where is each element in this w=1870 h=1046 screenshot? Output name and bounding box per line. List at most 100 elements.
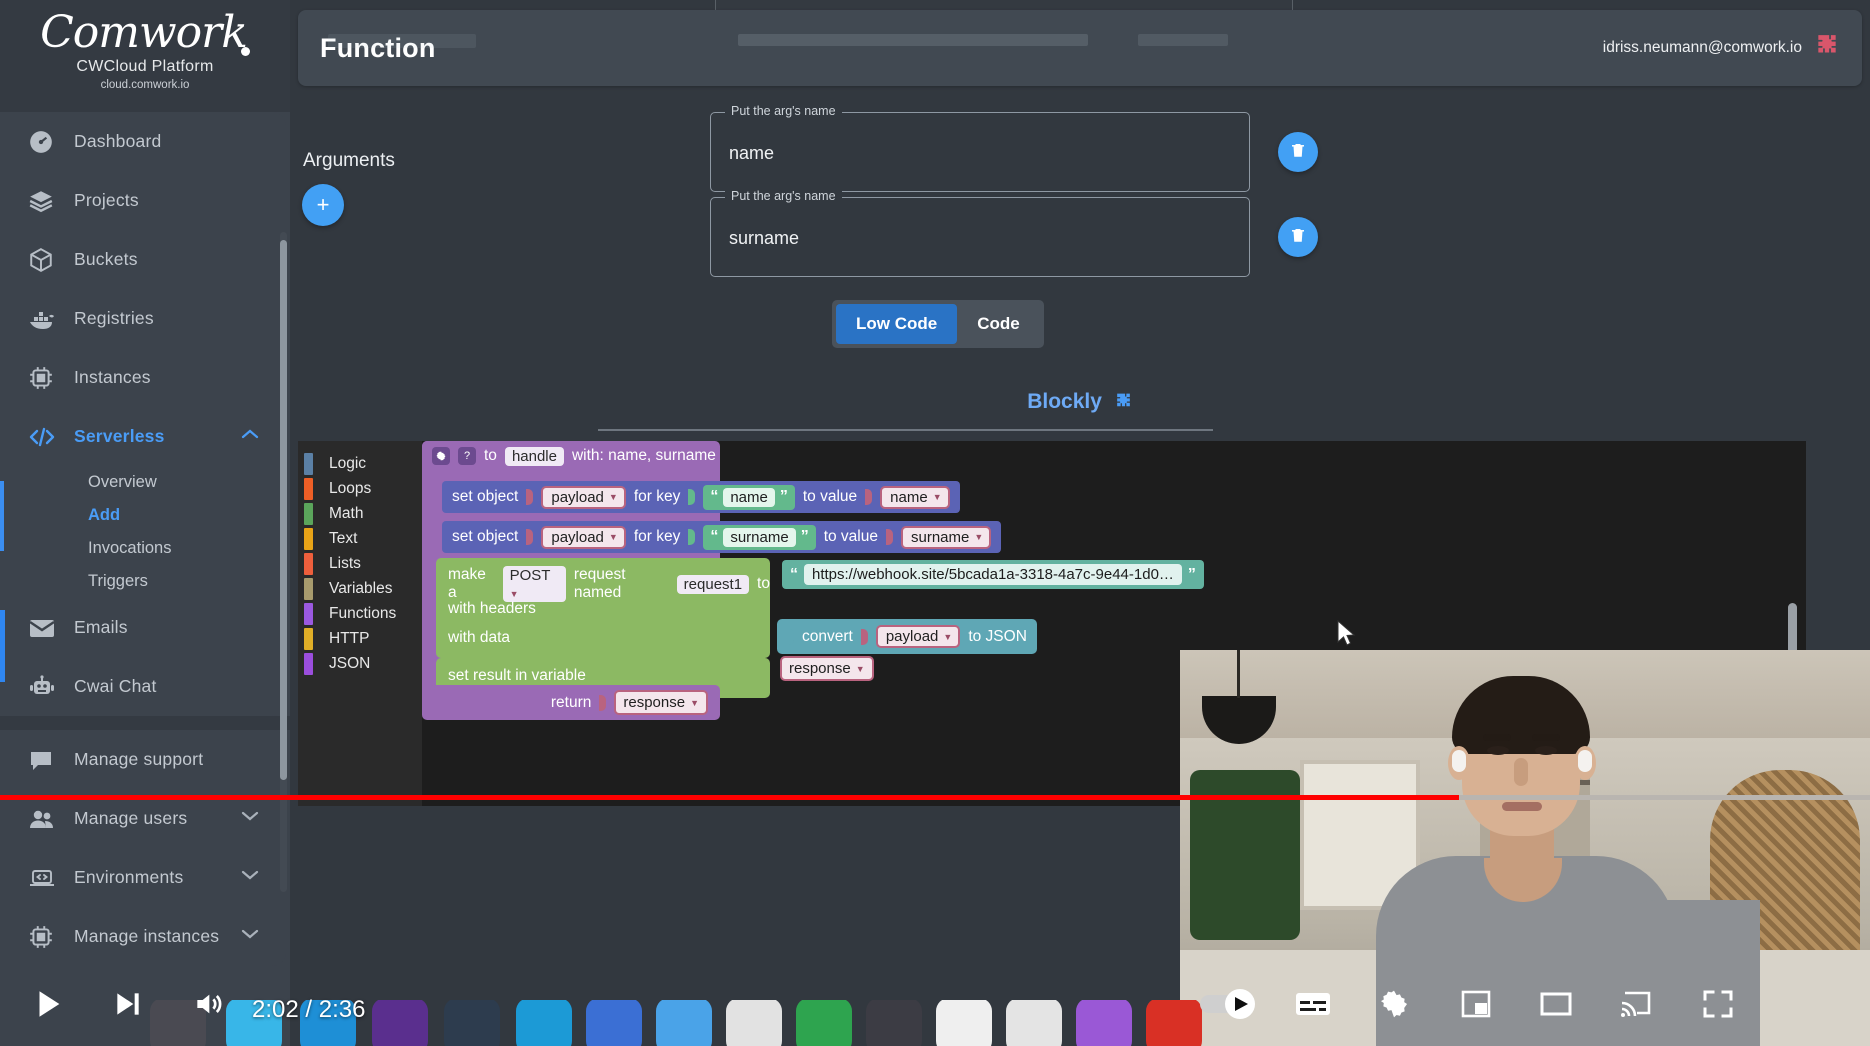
sidebar-scrollbar-thumb[interactable] [280, 240, 287, 780]
video-time-display: 2:02 / 2:36 [252, 996, 366, 1023]
play-button[interactable] [24, 982, 72, 1026]
chevron-down-icon[interactable] [240, 927, 260, 946]
theater-button[interactable] [1532, 984, 1580, 1024]
subtitles-button[interactable] [1288, 984, 1338, 1024]
mouse-pointer-icon [1336, 619, 1356, 653]
video-progress-bar[interactable] [0, 795, 1870, 800]
user-email[interactable]: idriss.neumann@comwork.io [1603, 39, 1802, 57]
mode-toggle-group: Low Code Code [832, 300, 1044, 348]
miniplayer-button[interactable] [1452, 984, 1500, 1024]
sidebar-subitem-label: Invocations [88, 539, 172, 557]
dropdown-value: name [890, 488, 928, 506]
block-string-key-2[interactable]: “ surname ” [703, 524, 816, 550]
sidebar-item-label: Buckets [74, 249, 138, 269]
gear-icon[interactable] [432, 447, 450, 465]
settings-button[interactable] [1370, 984, 1418, 1024]
sidebar-scroll[interactable]: Dashboard Projects Buckets Registries In… [0, 112, 290, 1046]
chevron-up-icon[interactable] [240, 427, 260, 446]
question-mark-icon[interactable]: ? [458, 447, 476, 465]
laptop-code-icon [28, 867, 74, 889]
block-label-return: return [550, 693, 592, 711]
toolbox-category-variables[interactable]: Variables [298, 576, 422, 601]
category-color-swatch [304, 652, 313, 675]
sidebar-item-emails[interactable]: Emails [0, 598, 286, 657]
sidebar-item-label: Registries [74, 308, 154, 328]
layers-icon [28, 188, 74, 214]
blockly-section-title: Blockly [290, 390, 1870, 417]
tab-low-code[interactable]: Low Code [836, 304, 958, 344]
toolbox-category-logic[interactable]: Logic [298, 451, 422, 476]
block-label-with-data: with data [448, 629, 511, 646]
chevron-down-icon: ▼ [608, 492, 618, 502]
fullscreen-button[interactable] [1694, 984, 1742, 1024]
envelope-icon [28, 617, 74, 639]
chevron-down-icon[interactable] [240, 809, 260, 828]
toolbox-category-lists[interactable]: Lists [298, 551, 422, 576]
header-right: idriss.neumann@comwork.io [1603, 33, 1840, 64]
cast-button[interactable] [1612, 984, 1660, 1024]
sidebar-subitem-add[interactable]: Add [0, 499, 286, 532]
dropdown-value: response [623, 694, 686, 711]
block-dropdown-result-variable[interactable]: response ▼ [780, 656, 874, 681]
sidebar-item-buckets[interactable]: Buckets [0, 230, 286, 289]
string-value[interactable]: name [723, 487, 775, 507]
block-dropdown-value-1[interactable]: name ▼ [880, 485, 950, 509]
dropdown-value: surname [911, 528, 970, 546]
block-function-header[interactable]: ? to handle with: name, surname [422, 441, 718, 471]
docker-icon [28, 306, 74, 332]
sidebar-item-projects[interactable]: Projects [0, 171, 286, 230]
chevron-down-icon[interactable] [240, 868, 260, 887]
chat-bubble-icon [28, 748, 74, 772]
blockly-toolbox: Logic Loops Math Text Lists Variables Fu… [298, 441, 422, 806]
block-dropdown-object[interactable]: payload ▼ [541, 525, 626, 549]
delete-argument-button[interactable] [1278, 217, 1318, 257]
sidebar-item-label: Manage instances [74, 926, 220, 946]
arguments-label: Arguments [303, 150, 395, 171]
argument-input-name[interactable]: Put the arg's name name [710, 104, 1250, 192]
block-dropdown-value-2[interactable]: surname ▼ [901, 525, 992, 549]
delete-argument-button[interactable] [1278, 132, 1318, 172]
block-convert-to-json[interactable]: convert payload ▼ to JSON [777, 619, 1037, 654]
block-string-url[interactable]: “ https://webhook.site/5bcada1a-3318-4a7… [782, 560, 1204, 589]
sidebar-item-environments[interactable]: Environments [0, 848, 286, 907]
toolbox-category-text[interactable]: Text [298, 526, 422, 551]
chevron-down-icon: ▼ [855, 663, 865, 674]
block-dropdown-return-value[interactable]: response ▼ [614, 690, 708, 715]
sidebar-subitem-overview[interactable]: Overview [0, 466, 286, 499]
faded-text-ghost-3 [1138, 34, 1228, 46]
next-button[interactable] [104, 982, 152, 1026]
sidebar-item-cwai-chat[interactable]: Cwai Chat [0, 657, 286, 716]
block-field-request-name[interactable]: request1 [676, 574, 750, 594]
sidebar-item-registries[interactable]: Registries [0, 289, 286, 348]
toolbox-category-http[interactable]: HTTP [298, 626, 422, 651]
puzzle-piece-icon[interactable] [1814, 33, 1840, 64]
block-http-request[interactable]: make a POST ▼ request named request1 to … [436, 558, 770, 658]
block-dropdown-object[interactable]: payload ▼ [541, 485, 626, 509]
brand-block: Comwork CWCloud Platform cloud.comwork.i… [0, 0, 290, 112]
string-value[interactable]: surname [723, 527, 796, 547]
block-set-object-1[interactable]: set object payload ▼ for key “ name ” to… [442, 481, 960, 513]
block-return[interactable]: return response ▼ [422, 685, 720, 720]
sidebar-subitem-triggers[interactable]: Triggers [0, 565, 286, 598]
volume-button[interactable] [184, 982, 232, 1026]
toolbox-category-json[interactable]: JSON [298, 651, 422, 676]
sidebar-subitem-invocations[interactable]: Invocations [0, 532, 286, 565]
toolbox-category-math[interactable]: Math [298, 501, 422, 526]
sidebar-item-instances[interactable]: Instances [0, 348, 286, 407]
autoplay-toggle[interactable] [1196, 984, 1262, 1024]
add-argument-button[interactable]: + [302, 184, 344, 226]
block-dropdown-convert-value[interactable]: payload ▼ [875, 625, 961, 648]
sidebar-item-manage-instances[interactable]: Manage instances [0, 907, 286, 966]
block-dropdown-method[interactable]: POST ▼ [502, 566, 566, 602]
argument-input-surname[interactable]: Put the arg's name surname [710, 189, 1250, 277]
url-value[interactable]: https://webhook.site/5bcada1a-3318-4a7c-… [804, 564, 1182, 585]
sidebar-item-serverless[interactable]: Serverless [0, 407, 286, 466]
toolbox-category-loops[interactable]: Loops [298, 476, 422, 501]
toolbox-category-functions[interactable]: Functions [298, 601, 422, 626]
block-field-function-name[interactable]: handle [504, 446, 564, 466]
block-string-key-1[interactable]: “ name ” [703, 484, 795, 510]
sidebar-item-dashboard[interactable]: Dashboard [0, 112, 286, 171]
tab-code[interactable]: Code [957, 304, 1040, 344]
sidebar-item-manage-support[interactable]: Manage support [0, 730, 286, 789]
block-set-object-2[interactable]: set object payload ▼ for key “ surname ”… [442, 521, 1002, 553]
